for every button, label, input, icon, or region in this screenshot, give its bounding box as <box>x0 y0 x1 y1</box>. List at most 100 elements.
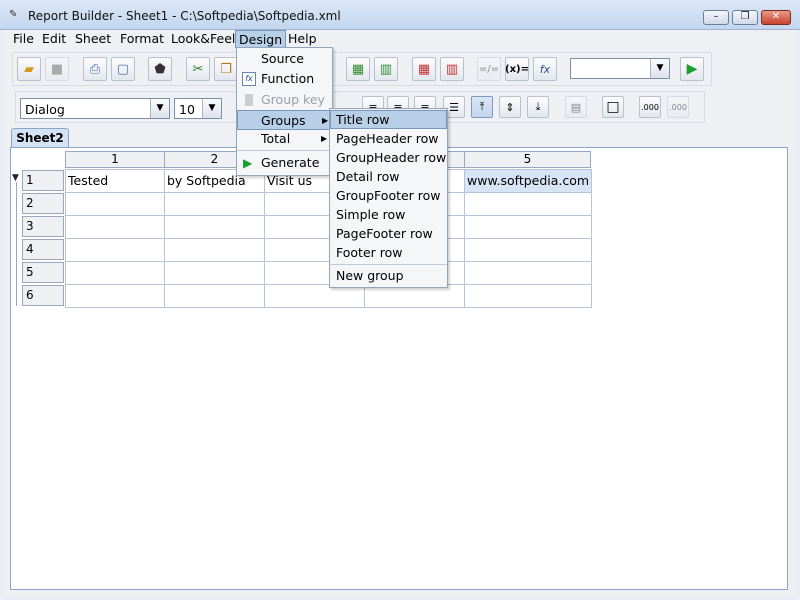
grid-cell[interactable] <box>66 262 165 285</box>
print-preview-icon[interactable]: ▢ <box>111 57 135 81</box>
menu-file[interactable]: File <box>10 30 37 48</box>
submenu-item-groupfooter-row[interactable]: GroupFooter row <box>330 186 447 205</box>
play-icon: ▶ <box>243 156 253 170</box>
function-icon: fx <box>242 72 256 86</box>
grid-cell[interactable]: Tested <box>66 170 165 193</box>
column-header-1[interactable]: 1 <box>65 151 165 168</box>
border-box-icon[interactable]: □ <box>602 96 624 118</box>
grid-cell[interactable] <box>165 239 265 262</box>
print-icon[interactable]: ⎙ <box>83 57 107 81</box>
delete-row-icon[interactable]: ▦ <box>412 57 436 81</box>
menu-item-label: Groups <box>261 113 306 128</box>
grid-cell[interactable] <box>465 285 592 308</box>
grid-cell[interactable] <box>165 193 265 216</box>
close-button[interactable]: ✕ <box>761 10 791 25</box>
grid-cell[interactable] <box>465 239 592 262</box>
menu-sheet[interactable]: Sheet <box>72 30 114 48</box>
row-header[interactable]: 4 <box>22 239 64 260</box>
run-icon[interactable]: ▶ <box>680 57 704 81</box>
row-header[interactable]: 1 Title <box>22 170 64 206</box>
group-key-icon <box>245 94 253 106</box>
format-decimal-icon[interactable]: .000 <box>639 96 661 118</box>
menu-item-label: Group key <box>261 92 325 107</box>
open-icon[interactable]: ▰ <box>17 57 41 81</box>
row-header[interactable]: 6 <box>22 285 64 306</box>
menu-item-groups[interactable]: Groups ▶ <box>237 110 332 130</box>
save-icon[interactable]: ■ <box>45 57 69 81</box>
row-guide-line <box>16 182 17 306</box>
valign-middle-icon[interactable]: ⇕ <box>499 96 521 118</box>
grid-cell[interactable] <box>165 216 265 239</box>
graduation-cap-icon[interactable]: ⬟ <box>148 57 172 81</box>
maximize-button[interactable]: ❐ <box>732 10 758 25</box>
minimize-button[interactable]: – <box>703 10 729 25</box>
menu-separator <box>237 150 332 151</box>
tab-sheet2[interactable]: Sheet2 <box>11 128 69 148</box>
expression-combo[interactable]: ▼ <box>570 58 670 79</box>
grid-cell[interactable] <box>66 193 165 216</box>
submenu-item-new-group[interactable]: New group <box>330 266 447 285</box>
submenu-item-footer-row[interactable]: Footer row <box>330 243 447 262</box>
chevron-down-icon[interactable]: ▼ <box>650 59 669 78</box>
grid-cell[interactable] <box>465 193 592 216</box>
function-icon[interactable]: fx <box>533 57 557 81</box>
submenu-item-simple-row[interactable]: Simple row <box>330 205 447 224</box>
submenu-item-detail-row[interactable]: Detail row <box>330 167 447 186</box>
menu-edit[interactable]: Edit <box>39 30 69 48</box>
submenu-item-pagefooter-row[interactable]: PageFooter row <box>330 224 447 243</box>
grid-cell[interactable] <box>465 262 592 285</box>
grid-cell[interactable] <box>165 262 265 285</box>
menu-item-group-key[interactable]: Group key <box>237 90 332 110</box>
menu-item-label: Source <box>261 51 304 66</box>
row-header[interactable]: 2 <box>22 193 64 214</box>
window-title: Report Builder - Sheet1 - C:\Softpedia\S… <box>28 9 341 23</box>
menu-item-label: Total <box>261 131 291 146</box>
font-size-combo[interactable]: 10 ▼ <box>174 98 222 119</box>
equals-icon[interactable]: =/= <box>477 57 501 81</box>
valign-top-icon[interactable]: ⤒ <box>471 96 493 118</box>
expand-triangle-icon[interactable]: ▼ <box>12 174 20 183</box>
grid-cell[interactable] <box>365 285 465 308</box>
menu-item-label: Function <box>261 71 315 86</box>
app-icon: ✎ <box>9 9 18 20</box>
row-header[interactable]: 3 <box>22 216 64 237</box>
font-size-combo-value: 10 <box>179 102 195 117</box>
submenu-item-groupheader-row[interactable]: GroupHeader row <box>330 148 447 167</box>
chevron-down-icon[interactable]: ▼ <box>202 99 221 118</box>
submenu-arrow-icon: ▶ <box>322 116 329 125</box>
font-combo[interactable]: Dialog ▼ <box>20 98 170 119</box>
grid-cell[interactable] <box>165 285 265 308</box>
insert-column-icon[interactable]: ▥ <box>374 57 398 81</box>
format-disabled-icon[interactable]: .000 <box>667 96 689 118</box>
grid-cell[interactable] <box>66 239 165 262</box>
grid-cell-selected[interactable]: www.softpedia.com <box>465 170 592 193</box>
cut-icon[interactable]: ✂ <box>186 57 210 81</box>
chevron-down-icon[interactable]: ▼ <box>150 99 169 118</box>
grid-cell[interactable] <box>465 216 592 239</box>
border-grid-icon[interactable]: ▤ <box>565 96 587 118</box>
valign-bottom-icon[interactable]: ⤓ <box>527 96 549 118</box>
menu-item-label: Generate <box>261 155 320 170</box>
submenu-item-title-row[interactable]: Title row <box>330 110 447 129</box>
submenu-arrow-icon: ▶ <box>321 134 328 143</box>
menu-format[interactable]: Format <box>117 30 167 48</box>
copy-icon[interactable]: ❐ <box>214 57 238 81</box>
font-combo-value: Dialog <box>25 102 65 117</box>
menu-item-source[interactable]: Source <box>237 49 332 69</box>
grid-cell[interactable] <box>265 285 365 308</box>
delete-column-icon[interactable]: ▥ <box>440 57 464 81</box>
submenu-item-pageheader-row[interactable]: PageHeader row <box>330 129 447 148</box>
menu-item-total[interactable]: Total ▶ <box>237 129 332 149</box>
menu-design[interactable]: Design <box>235 30 287 48</box>
menu-lookfeel[interactable]: Look&Feel <box>168 30 238 48</box>
variable-icon[interactable]: (x)= <box>505 57 529 81</box>
menu-separator <box>330 264 447 265</box>
grid-cell[interactable] <box>66 285 165 308</box>
insert-row-icon[interactable]: ▦ <box>346 57 370 81</box>
column-header-5[interactable]: 5 <box>464 151 591 168</box>
menu-help[interactable]: Help <box>285 30 320 48</box>
row-header[interactable]: 5 <box>22 262 64 283</box>
menu-item-generate[interactable]: ▶ Generate <box>237 153 332 173</box>
grid-cell[interactable] <box>66 216 165 239</box>
menu-item-function[interactable]: fx Function <box>237 69 332 89</box>
